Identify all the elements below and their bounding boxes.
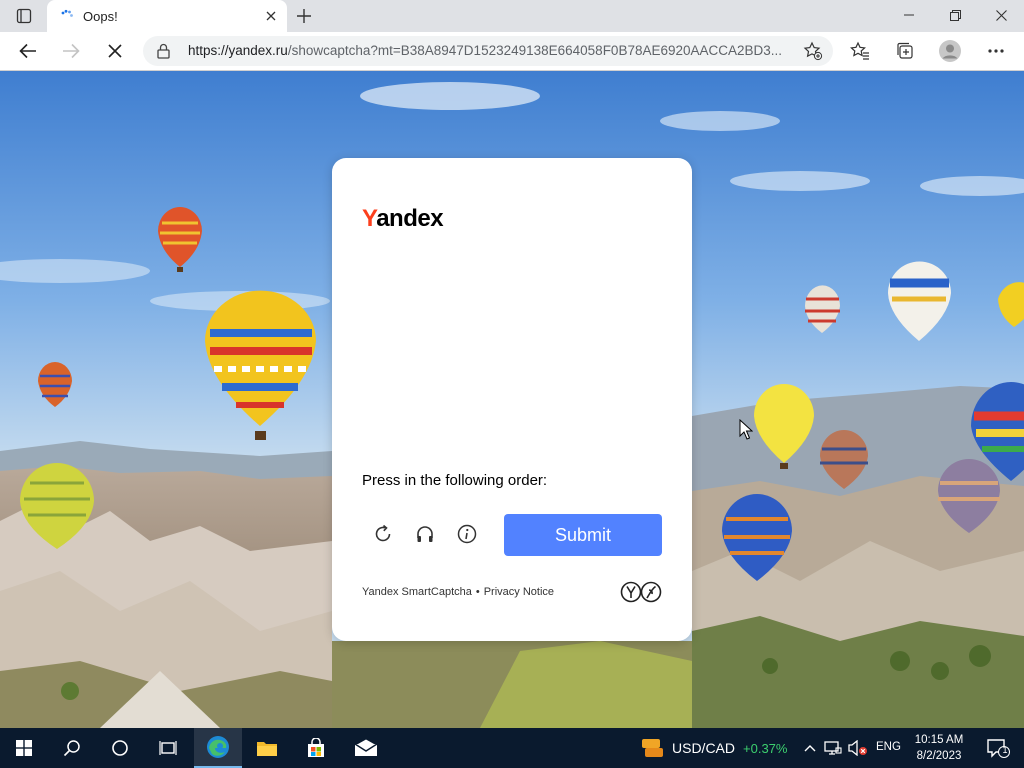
info-button[interactable] (454, 521, 480, 547)
back-button[interactable] (13, 36, 43, 66)
cortana-icon (112, 740, 128, 756)
action-center-button[interactable]: 1 (978, 728, 1018, 768)
plus-icon (297, 9, 311, 23)
captcha-card: Yandex Press in the following order: Sub… (332, 158, 692, 641)
info-icon (457, 524, 477, 544)
audio-captcha-button[interactable] (412, 521, 438, 547)
lock-icon (157, 43, 170, 59)
stop-loading-button[interactable] (100, 36, 130, 66)
start-button[interactable] (0, 728, 48, 768)
yandex-logo-letter: Y (362, 205, 377, 232)
url-text: https://yandex.ru/showcaptcha?mt=B38A894… (188, 43, 788, 58)
ticker-symbol: USD/CAD (672, 740, 736, 756)
currency-exchange-icon (642, 739, 663, 757)
taskbar-mail[interactable] (342, 728, 390, 768)
favorites-button[interactable] (845, 36, 875, 66)
taskbar-file-explorer[interactable] (243, 728, 291, 768)
minimize-button[interactable] (886, 0, 932, 30)
favorites-icon (850, 41, 869, 60)
windows-logo-icon (16, 740, 32, 756)
smartcaptcha-link[interactable]: Yandex SmartCaptcha (362, 586, 472, 598)
tab-actions-button[interactable] (8, 5, 40, 27)
network-button[interactable] (822, 728, 844, 768)
tab-actions-icon (16, 8, 32, 24)
restore-icon (949, 9, 961, 21)
clock-date: 8/2/2023 (916, 750, 962, 762)
headphones-icon (417, 526, 433, 542)
captcha-footer: Yandex SmartCaptcha • Privacy Notice (362, 586, 554, 598)
new-tab-button[interactable] (292, 6, 316, 26)
close-icon (108, 44, 122, 58)
star-add-icon (803, 41, 823, 61)
yandex-logo-rest: andex (376, 205, 444, 232)
mail-icon (354, 739, 378, 756)
ticker-change: +0.37% (743, 740, 788, 756)
loading-spinner-icon (61, 9, 73, 17)
folder-icon (257, 742, 277, 756)
browser-tab[interactable]: Oops! (47, 0, 287, 32)
ticker-widget[interactable]: USD/CAD +0.37% (640, 728, 787, 768)
tab-title: Oops! (83, 9, 118, 24)
mouse-cursor-icon (739, 419, 753, 440)
network-icon (824, 741, 842, 755)
profile-button[interactable] (935, 36, 965, 66)
captcha-instruction: Press in the following order: (362, 472, 548, 489)
windows-taskbar: USD/CAD +0.37% ENG 10:15 AM 8/2/2023 1 (0, 728, 1024, 768)
close-icon (266, 11, 276, 21)
close-window-button[interactable] (978, 0, 1024, 30)
arrow-left-icon (19, 43, 36, 59)
task-view-icon (159, 741, 177, 755)
show-hidden-icons-button[interactable] (800, 728, 820, 768)
avatar-icon (939, 40, 961, 62)
yandex-logo[interactable]: Yandex (362, 205, 444, 233)
clock[interactable]: 10:15 AM 8/2/2023 (906, 732, 972, 764)
volume-button[interactable] (846, 728, 870, 768)
close-icon (995, 9, 1007, 21)
url-path: /showcaptcha?mt=B38A8947D1523249138E6640… (287, 43, 783, 58)
task-view-button[interactable] (144, 728, 192, 768)
settings-menu-button[interactable] (981, 36, 1011, 66)
notification-count: 1 (1002, 745, 1008, 755)
refresh-button[interactable] (370, 521, 396, 547)
more-options-icon (988, 49, 1004, 53)
tab-bar: Oops! (0, 0, 1024, 32)
footer-separator: • (475, 586, 480, 598)
volume-muted-icon (848, 740, 867, 756)
page-viewport: Yandex Press in the following order: Sub… (0, 71, 1024, 728)
submit-button[interactable]: Submit (504, 514, 662, 556)
chevron-up-icon (804, 745, 816, 752)
add-favorite-button[interactable] (803, 41, 823, 66)
edge-icon (207, 736, 229, 758)
address-bar[interactable]: https://yandex.ru/showcaptcha?mt=B38A894… (143, 36, 833, 66)
store-icon (308, 738, 324, 757)
cortana-button[interactable] (96, 728, 144, 768)
forward-button[interactable] (56, 36, 86, 66)
search-icon (63, 740, 80, 757)
minimize-icon (904, 14, 914, 16)
taskbar-edge[interactable] (194, 728, 242, 768)
tab-close-button[interactable] (263, 8, 279, 24)
collections-button[interactable] (890, 36, 920, 66)
restore-button[interactable] (932, 0, 978, 30)
arrow-right-icon (63, 43, 80, 59)
collections-icon (897, 42, 913, 59)
language-indicator[interactable]: ENG (876, 741, 901, 753)
browser-toolbar: https://yandex.ru/showcaptcha?mt=B38A894… (0, 32, 1024, 71)
search-button[interactable] (48, 728, 96, 768)
url-host: https://yandex.ru (188, 43, 288, 58)
privacy-notice-link[interactable]: Privacy Notice (484, 586, 554, 598)
refresh-icon (375, 524, 391, 542)
yandex-cloud-logo-icon (620, 581, 662, 603)
clock-time: 10:15 AM (914, 734, 964, 746)
taskbar-store[interactable] (292, 728, 340, 768)
